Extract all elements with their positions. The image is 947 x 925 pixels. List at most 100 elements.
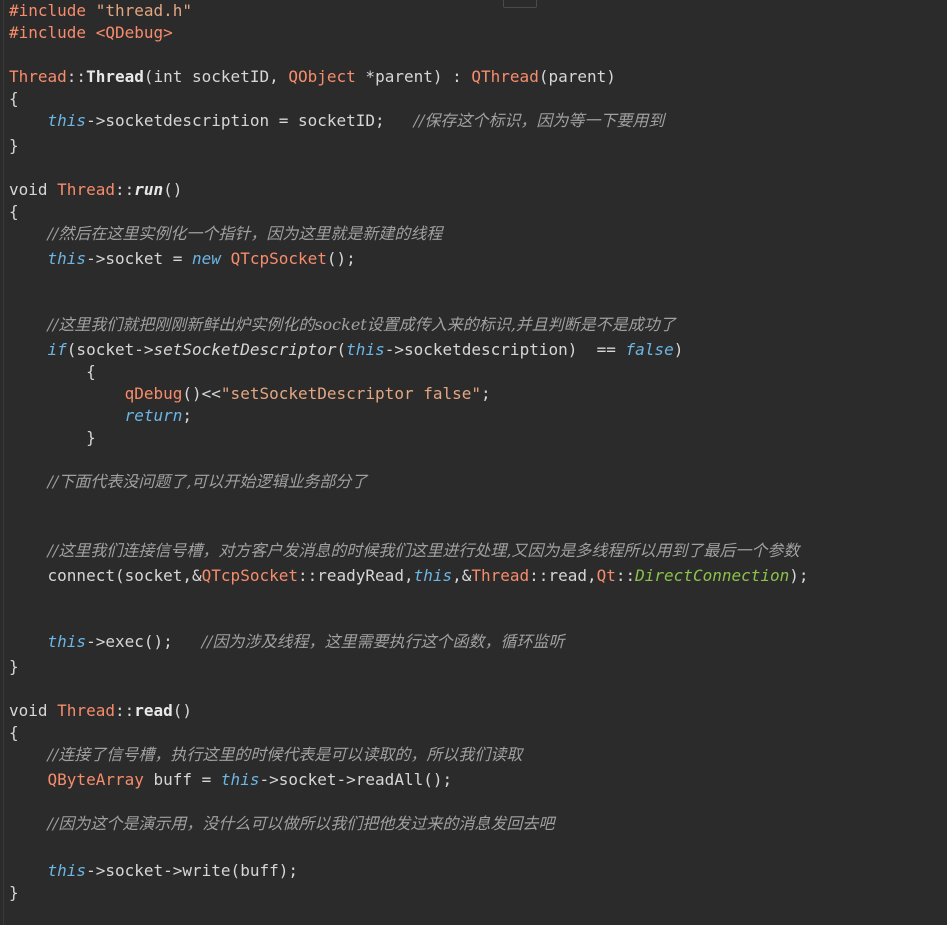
- code-token: ;: [481, 384, 491, 403]
- code-token: ,&: [452, 566, 472, 585]
- code-line[interactable]: //然后在这里实例化一个指针，因为这里就是新建的线程: [9, 223, 443, 245]
- code-token: ()<<: [182, 384, 221, 403]
- code-line[interactable]: this->socketdescription = socketID; //保存…: [9, 110, 665, 132]
- code-token: false: [625, 340, 674, 359]
- code-comment: //连接了信号槽，执行这里的时候代表是可以读取的，所以我们读取: [47, 745, 523, 764]
- code-line[interactable]: Thread::Thread(int socketID, QObject *pa…: [9, 66, 616, 88]
- code-comment: //这里我们连接信号槽，对方客户发消息的时候我们这里进行处理,又因为是多线程所以…: [47, 541, 800, 560]
- code-line[interactable]: qDebug()<<"setSocketDescriptor false";: [9, 383, 491, 405]
- code-token: new: [192, 249, 221, 268]
- code-token: this: [47, 632, 87, 651]
- code-token: *parent) :: [355, 67, 472, 86]
- code-line[interactable]: {: [9, 88, 19, 110]
- code-line[interactable]: }: [9, 656, 19, 678]
- code-token: }: [9, 428, 96, 447]
- code-token: this: [346, 340, 385, 359]
- code-token: (parent): [538, 67, 616, 86]
- code-line[interactable]: //这里我们连接信号槽，对方客户发消息的时候我们这里进行处理,又因为是多线程所以…: [9, 540, 800, 562]
- code-token: Thread: [471, 566, 530, 585]
- code-token: QObject: [288, 67, 356, 86]
- code-comment: //然后在这里实例化一个指针，因为这里就是新建的线程: [47, 224, 443, 243]
- code-token: this: [47, 249, 87, 268]
- code-token: {: [9, 89, 19, 108]
- code-token: ->exec();: [86, 632, 202, 651]
- code-editor[interactable]: #include "thread.h" #include <QDebug> Thre…: [0, 0, 947, 925]
- code-token: ): [673, 340, 684, 359]
- code-token: setSocketDescriptor: [153, 340, 337, 359]
- code-token: connect(socket,&: [47, 566, 202, 585]
- code-token: (int socketID,: [143, 67, 289, 86]
- code-token: this: [220, 770, 260, 789]
- code-line[interactable]: {: [9, 201, 19, 223]
- code-line[interactable]: #include <QDebug>: [9, 22, 173, 44]
- code-token: ;: [182, 406, 193, 425]
- code-token: ::read,: [529, 566, 597, 585]
- code-line[interactable]: void Thread::read(): [9, 700, 192, 722]
- code-token: return: [124, 406, 183, 425]
- code-token: ::: [114, 180, 135, 199]
- editor-gutter-divider: [3, 0, 4, 925]
- code-token: void: [9, 180, 58, 199]
- editor-top-handle[interactable]: [503, 0, 537, 8]
- code-token: #include: [9, 23, 96, 42]
- code-token: read: [134, 701, 173, 720]
- code-line[interactable]: return;: [9, 405, 192, 427]
- code-line[interactable]: }: [9, 427, 96, 449]
- code-token: );: [789, 566, 809, 585]
- code-token: {: [9, 202, 19, 221]
- code-line[interactable]: //这里我们就把刚刚新鲜出炉实例化的socket设置成传入来的标识,并且判断是不…: [9, 314, 676, 336]
- code-token: ->socketdescription) ==: [384, 340, 626, 359]
- code-token: Thread: [57, 701, 115, 720]
- code-line[interactable]: connect(socket,&QTcpSocket::readyRead,th…: [9, 565, 809, 587]
- code-token: Thread: [86, 67, 144, 86]
- code-token: QByteArray: [47, 770, 144, 789]
- code-line[interactable]: {: [9, 722, 19, 744]
- code-line[interactable]: if(socket->setSocketDescriptor(this->soc…: [9, 339, 684, 361]
- code-token: ();: [326, 249, 356, 268]
- code-token: QTcpSocket: [201, 566, 298, 585]
- code-line[interactable]: this->socket = new QTcpSocket();: [9, 248, 356, 270]
- code-line[interactable]: //下面代表没问题了,可以开始逻辑业务部分了: [9, 471, 368, 493]
- code-line[interactable]: }: [9, 135, 19, 157]
- code-line[interactable]: {: [9, 361, 96, 383]
- code-token: Qt: [596, 566, 616, 585]
- code-line[interactable]: #include "thread.h": [9, 0, 192, 22]
- code-line[interactable]: }: [9, 882, 19, 904]
- code-token: {: [9, 362, 96, 381]
- code-token: buff =: [143, 770, 221, 789]
- code-line[interactable]: this->exec(); //因为涉及线程，这里需要执行这个函数，循环监听: [9, 631, 565, 653]
- code-token: void: [9, 701, 58, 720]
- code-comment: //这里我们就把刚刚新鲜出炉实例化的socket设置成传入来的标识,并且判断是不…: [47, 315, 676, 334]
- code-token: ->socketdescription = socketID;: [86, 111, 414, 130]
- code-token: ->socket =: [86, 249, 193, 268]
- code-line[interactable]: void Thread::run(): [9, 179, 182, 201]
- code-token: {: [9, 723, 19, 742]
- code-token: ->socket->write(buff);: [86, 861, 298, 880]
- code-token: "setSocketDescriptor false": [220, 384, 482, 403]
- code-token: Thread: [57, 180, 115, 199]
- code-comment: //保存这个标识，因为等一下要用到: [413, 111, 665, 130]
- code-token: }: [9, 657, 19, 676]
- code-token: qDebug: [124, 384, 183, 403]
- code-token: ::readyRead,: [297, 566, 414, 585]
- code-token: }: [9, 136, 19, 155]
- code-token: ::: [114, 701, 135, 720]
- code-line[interactable]: QByteArray buff = this->socket->readAll(…: [9, 769, 453, 791]
- code-token: this: [413, 566, 453, 585]
- code-token: }: [9, 883, 19, 902]
- code-line[interactable]: //因为这个是演示用，没什么可以做所以我们把他发过来的消息发回去吧: [9, 813, 555, 835]
- code-token: QTcpSocket: [230, 249, 327, 268]
- code-line[interactable]: this->socket->write(buff);: [9, 860, 298, 882]
- code-line[interactable]: //连接了信号槽，执行这里的时候代表是可以读取的，所以我们读取: [9, 744, 523, 766]
